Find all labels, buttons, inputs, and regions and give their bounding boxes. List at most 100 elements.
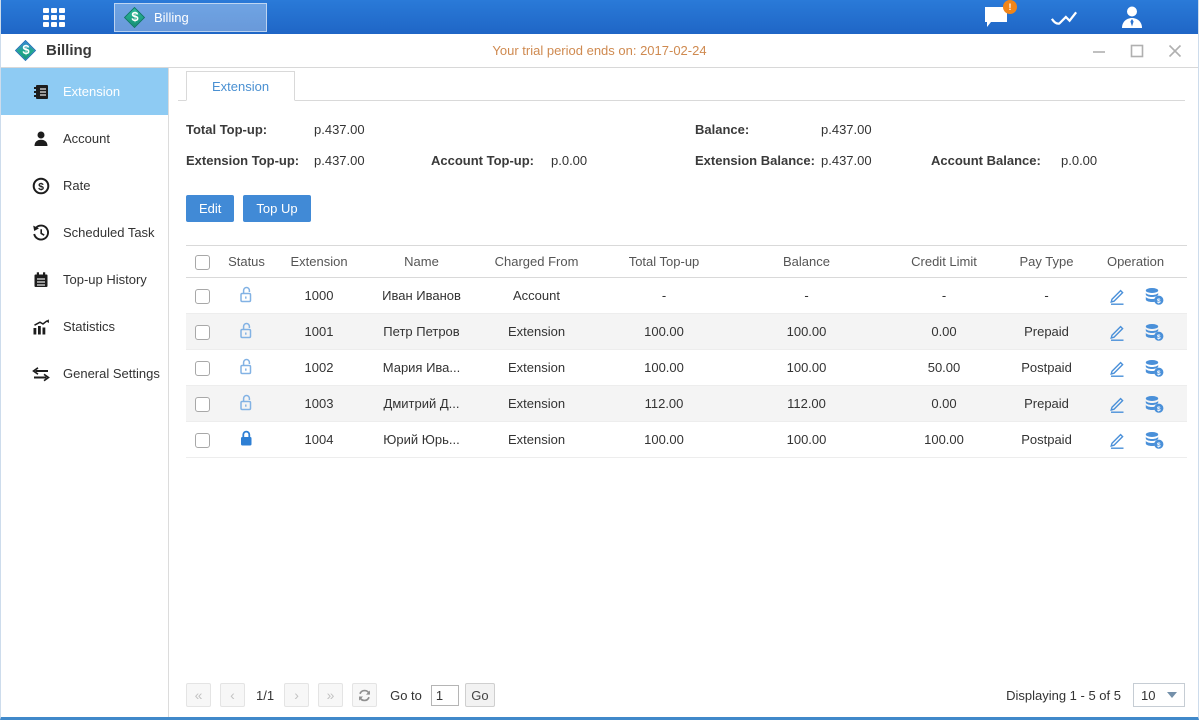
billing-window: $ Billing !: [0, 0, 1199, 720]
col-balance: Balance: [734, 246, 879, 278]
edit-pencil-icon[interactable]: [1107, 358, 1127, 378]
table-row[interactable]: 1001 Петр Петров Extension 100.00 100.00…: [186, 314, 1187, 350]
prev-page-button[interactable]: ‹: [220, 683, 245, 707]
first-page-button[interactable]: «: [186, 683, 211, 707]
balance-value: p.437.00: [821, 122, 931, 137]
svg-text:$: $: [1156, 298, 1160, 305]
table-row[interactable]: 1000 Иван Иванов Account - - - - $: [186, 278, 1187, 314]
topbar-right: !: [982, 3, 1146, 31]
col-total-topup: Total Top-up: [594, 246, 734, 278]
messages-icon[interactable]: !: [982, 3, 1010, 31]
edit-pencil-icon[interactable]: [1107, 286, 1127, 306]
cell-total-topup: 100.00: [594, 422, 734, 458]
last-page-button[interactable]: »: [318, 683, 343, 707]
table-row[interactable]: 1003 Дмитрий Д... Extension 112.00 112.0…: [186, 386, 1187, 422]
cell-pay-type: Prepaid: [1009, 386, 1084, 422]
tab-strip: Extension: [178, 71, 1185, 101]
row-checkbox[interactable]: [195, 325, 210, 340]
sidebar-item-rate[interactable]: $ Rate: [1, 162, 168, 209]
top-up-button[interactable]: Top Up: [243, 195, 310, 222]
close-button[interactable]: [1167, 43, 1183, 59]
edit-pencil-icon[interactable]: [1107, 430, 1127, 450]
page-title: Billing: [46, 42, 92, 59]
cell-charged-from: Extension: [479, 422, 594, 458]
svg-text:$: $: [1156, 406, 1160, 413]
extension-topup-label: Extension Top-up:: [186, 153, 314, 168]
minimize-button[interactable]: [1091, 43, 1107, 59]
balance-label: Balance:: [695, 122, 821, 137]
taskbar-item-billing[interactable]: $ Billing: [114, 3, 267, 32]
sidebar-item-scheduled-task[interactable]: Scheduled Task: [1, 209, 168, 256]
table-row[interactable]: 1004 Юрий Юрь... Extension 100.00 100.00…: [186, 422, 1187, 458]
cell-extension: 1003: [274, 386, 364, 422]
extension-balance-label: Extension Balance:: [695, 153, 821, 168]
window-controls: [1091, 43, 1183, 59]
svg-text:$: $: [1156, 442, 1160, 449]
cell-balance: 100.00: [734, 422, 879, 458]
row-checkbox[interactable]: [195, 361, 210, 376]
sidebar-item-general-settings[interactable]: General Settings: [1, 350, 168, 397]
topup-coins-icon[interactable]: $: [1143, 286, 1165, 306]
next-page-button[interactable]: ›: [284, 683, 309, 707]
cell-name: Петр Петров: [364, 314, 479, 350]
row-checkbox[interactable]: [195, 289, 210, 304]
topup-coins-icon[interactable]: $: [1143, 358, 1165, 378]
taskbar-item-label: Billing: [154, 10, 189, 25]
sidebar-item-label: Top-up History: [63, 272, 147, 287]
sidebar-item-topup-history[interactable]: Top-up History: [1, 256, 168, 303]
extension-topup-value: p.437.00: [314, 153, 431, 168]
action-buttons: Edit Top Up: [186, 195, 311, 222]
cell-total-topup: -: [594, 278, 734, 314]
row-checkbox[interactable]: [195, 397, 210, 412]
status-unlocked-icon: [237, 364, 256, 379]
table-row[interactable]: 1002 Мария Ива... Extension 100.00 100.0…: [186, 350, 1187, 386]
edit-button[interactable]: Edit: [186, 195, 234, 222]
col-credit-limit: Credit Limit: [879, 246, 1009, 278]
edit-pencil-icon[interactable]: [1107, 394, 1127, 414]
cell-charged-from: Extension: [479, 350, 594, 386]
page-size-select[interactable]: 10: [1133, 683, 1185, 707]
statistics-icon[interactable]: [1050, 3, 1078, 31]
col-status: Status: [219, 246, 274, 278]
top-bar: $ Billing !: [1, 0, 1198, 34]
row-checkbox[interactable]: [195, 433, 210, 448]
maximize-button[interactable]: [1129, 43, 1145, 59]
ledger-icon: [32, 271, 50, 289]
sidebar-item-label: Account: [63, 131, 110, 146]
cell-charged-from: Account: [479, 278, 594, 314]
sidebar-item-label: Rate: [63, 178, 90, 193]
edit-pencil-icon[interactable]: [1107, 322, 1127, 342]
user-icon[interactable]: [1118, 3, 1146, 31]
go-button[interactable]: Go: [465, 683, 495, 707]
tab-extension[interactable]: Extension: [186, 71, 295, 101]
sidebar-item-account[interactable]: Account: [1, 115, 168, 162]
cell-pay-type: Postpaid: [1009, 350, 1084, 386]
sidebar-item-extension[interactable]: Extension: [1, 68, 168, 115]
goto-page-input[interactable]: [431, 685, 459, 706]
dollar-circle-icon: $: [32, 177, 50, 195]
cell-credit-limit: -: [879, 278, 1009, 314]
apps-grid-icon[interactable]: [36, 0, 72, 34]
account-balance-label: Account Balance:: [931, 153, 1061, 168]
topup-coins-icon[interactable]: $: [1143, 430, 1165, 450]
svg-text:$: $: [38, 180, 44, 192]
notification-badge: !: [1003, 0, 1017, 14]
topup-coins-icon[interactable]: $: [1143, 322, 1165, 342]
cell-extension: 1004: [274, 422, 364, 458]
extension-balance-value: p.437.00: [821, 153, 931, 168]
refresh-button[interactable]: [352, 683, 377, 707]
total-topup-label: Total Top-up:: [186, 122, 314, 137]
chevron-down-icon: [1167, 692, 1177, 698]
cell-name: Иван Иванов: [364, 278, 479, 314]
select-all-checkbox[interactable]: [195, 255, 210, 270]
cell-total-topup: 112.00: [594, 386, 734, 422]
cell-pay-type: Postpaid: [1009, 422, 1084, 458]
col-operation: Operation: [1084, 246, 1187, 278]
cell-total-topup: 100.00: [594, 314, 734, 350]
sidebar-item-statistics[interactable]: Statistics: [1, 303, 168, 350]
trial-notice: Your trial period ends on: 2017-02-24: [1, 43, 1198, 58]
cell-pay-type: -: [1009, 278, 1084, 314]
topup-coins-icon[interactable]: $: [1143, 394, 1165, 414]
person-icon: [32, 130, 50, 148]
exchange-arrows-icon: [32, 365, 50, 383]
